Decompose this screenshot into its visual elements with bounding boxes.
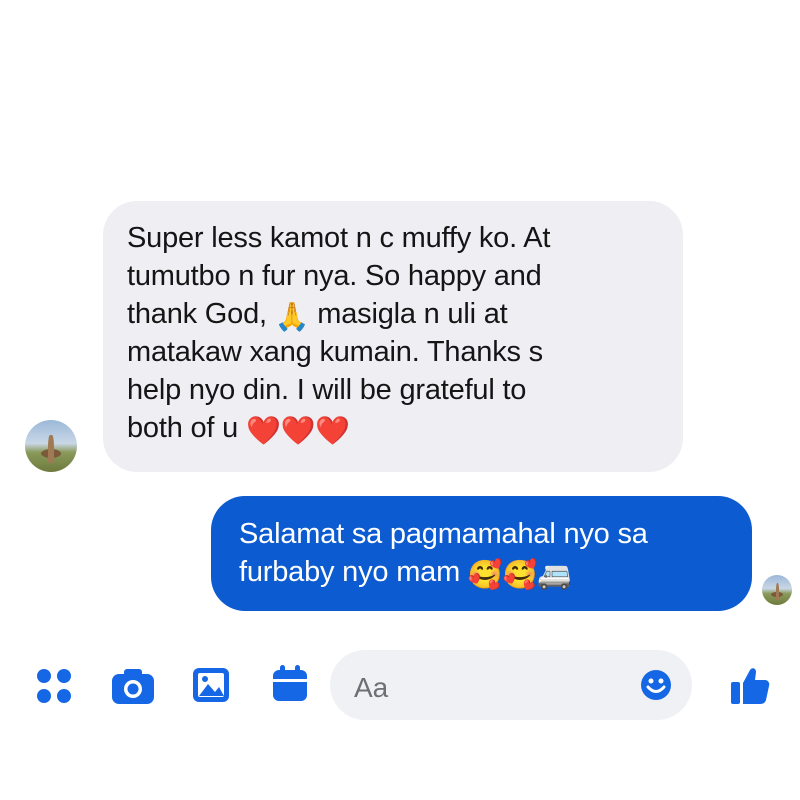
message-line: thank God, 🙏 masigla n uli at	[127, 298, 508, 332]
calendar-icon[interactable]	[270, 664, 310, 704]
message-line: furbaby nyo mam 🥰🥰🚐	[239, 556, 572, 590]
seen-avatar	[762, 575, 792, 605]
emoji-icon[interactable]	[640, 669, 672, 701]
message-input[interactable]: Aa	[330, 650, 692, 720]
message-line: Super less kamot n c muffy ko. At	[127, 222, 551, 254]
camera-icon[interactable]	[110, 666, 156, 706]
message-line: both of u ❤️❤️❤️	[127, 412, 350, 446]
message-line: matakaw xang kumain. Thanks s	[127, 336, 543, 368]
message-line: Salamat sa pagmamahal nyo sa	[239, 518, 648, 550]
message-input-placeholder: Aa	[354, 672, 389, 703]
incoming-message-bubble[interactable]: Super less kamot n c muffy ko. At tumutb…	[103, 201, 683, 472]
message-line: tumutbo n fur nya. So happy and	[127, 260, 542, 292]
message-line: help nyo din. I will be grateful to	[127, 374, 527, 406]
outgoing-message-bubble[interactable]: Salamat sa pagmamahal nyo sa furbaby nyo…	[211, 496, 752, 611]
thumbs-up-icon[interactable]	[728, 664, 772, 708]
apps-icon[interactable]	[35, 667, 73, 705]
gallery-icon[interactable]	[191, 666, 231, 704]
pray-emoji: 🙏	[274, 301, 310, 332]
smile-hearts-emoji: 🥰🥰🚐	[467, 559, 572, 590]
hearts-emoji: ❤️❤️❤️	[245, 415, 350, 446]
sender-avatar[interactable]	[25, 420, 77, 472]
